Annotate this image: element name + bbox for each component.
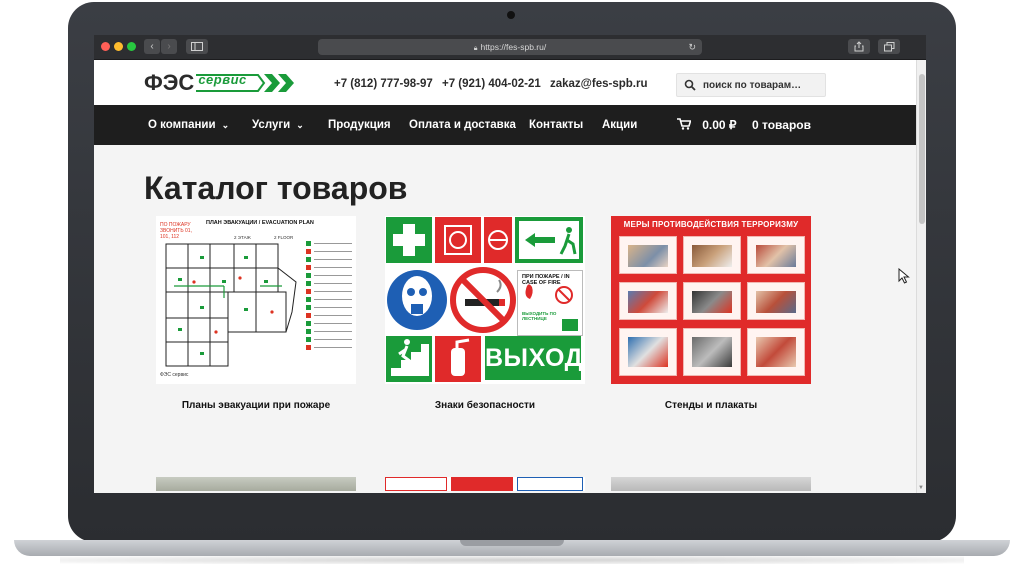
stand-panel xyxy=(747,236,805,274)
stand-panel xyxy=(683,282,741,320)
category-label[interactable]: Знаки безопасности xyxy=(385,400,585,411)
lock-icon: 🔒︎ xyxy=(473,45,478,52)
nav-item-promotions[interactable]: Акции xyxy=(602,105,637,145)
scrollbar-thumb[interactable] xyxy=(919,74,925,224)
logo-arrows: сервис xyxy=(196,71,296,95)
chevron-down-icon: ⌄ xyxy=(221,120,230,130)
category-label[interactable]: Стенды и плакаты xyxy=(611,400,811,411)
fire-sign-icons xyxy=(525,284,578,331)
stand-panel xyxy=(747,282,805,320)
evac-floor-ru: 2 ЭТАЖ xyxy=(234,235,251,240)
stand-panel xyxy=(683,328,741,376)
nav-item-label: Контакты xyxy=(529,119,584,131)
tab-overview-button[interactable] xyxy=(878,39,900,54)
nav-item-label: О компании xyxy=(148,119,216,131)
nav-item-payment-delivery[interactable]: Оплата и доставка xyxy=(409,105,516,145)
share-button[interactable] xyxy=(848,39,870,54)
stands-posters-image: МЕРЫ ПРОТИВОДЕЙСТВИЯ ТЕРРОРИЗМУ xyxy=(611,216,811,384)
phone-2-link[interactable]: +7 (921) 404-02-21 xyxy=(442,78,541,90)
camera xyxy=(507,11,515,19)
evac-floor-en: 2 FLOOR xyxy=(274,235,294,240)
search-icon xyxy=(684,79,696,91)
nav-item-about[interactable]: О компании ⌄ xyxy=(148,105,229,145)
stand-panel xyxy=(619,282,677,320)
browser-window: ‹ › 🔒︎ https://fes-spb.ru/ ↻ ФЭС сервис … xyxy=(94,35,926,493)
fire-exit-sign: ПРИ ПОЖАРЕ / IN CASE OF FIRE ВЫХОДИТЬ ПО… xyxy=(517,270,583,336)
page-scrollbar[interactable]: ▼ xyxy=(916,60,926,493)
share-icon xyxy=(854,41,864,52)
cart-total: 0.00 ₽ xyxy=(702,118,737,132)
stands-title: МЕРЫ ПРОТИВОДЕЙСТВИЯ ТЕРРОРИЗМУ xyxy=(623,220,799,229)
email-link[interactable]: zakaz@fes-spb.ru xyxy=(550,78,648,90)
browser-toolbar: ‹ › 🔒︎ https://fes-spb.ru/ ↻ xyxy=(94,35,926,60)
nav-item-label: Оплата и доставка xyxy=(409,119,516,131)
forward-button[interactable]: › xyxy=(161,39,177,54)
stand-panel xyxy=(683,236,741,274)
tabs-icon xyxy=(883,42,894,52)
exit-sign: ВЫХОД xyxy=(485,336,582,380)
category-card-partial[interactable] xyxy=(156,477,356,491)
floor-plan-drawing xyxy=(165,243,297,367)
search-input[interactable] xyxy=(701,78,823,92)
safety-signs-image: ПРИ ПОЖАРЕ / IN CASE OF FIRE ВЫХОДИТЬ ПО… xyxy=(385,216,585,384)
nav-item-label: Продукция xyxy=(328,119,391,131)
category-card-partial[interactable] xyxy=(611,477,811,491)
reload-icon[interactable]: ↻ xyxy=(688,39,696,55)
logo-sub-text: сервис xyxy=(198,72,247,87)
category-card-evacuation[interactable]: ПО ПОЖАРУ ЗВОНИТЬ 01, 101, 112 ПЛАН ЭВАК… xyxy=(156,216,356,411)
page-title: Каталог товаров xyxy=(144,170,408,206)
evac-footer: ФЭС сервис xyxy=(160,372,189,378)
chevron-right-icon: › xyxy=(167,41,171,52)
laptop-notch xyxy=(460,540,564,546)
nav-item-products[interactable]: Продукция xyxy=(328,105,391,145)
nav-item-services[interactable]: Услуги ⌄ xyxy=(252,105,304,145)
chevron-left-icon: ‹ xyxy=(150,41,154,52)
logo-main-text: ФЭС xyxy=(144,70,195,95)
cart-button[interactable]: 0.00 ₽ xyxy=(677,105,737,145)
scroll-down-arrow-icon[interactable]: ▼ xyxy=(918,485,924,491)
close-window-button[interactable] xyxy=(101,42,110,51)
phone-1-link[interactable]: +7 (812) 777-98-97 xyxy=(334,78,433,90)
site-header: ФЭС сервис +7 (812) 777-98-97 +7 (921) 4… xyxy=(94,60,916,105)
mouse-cursor-icon xyxy=(898,268,910,284)
stand-panel xyxy=(619,236,677,274)
category-card-stands[interactable]: МЕРЫ ПРОТИВОДЕЙСТВИЯ ТЕРРОРИЗМУ Стенды и… xyxy=(611,216,811,411)
evac-title: ПЛАН ЭВАКУАЦИИ / EVACUATION PLAN xyxy=(206,220,314,226)
category-card-signs[interactable]: ПРИ ПОЖАРЕ / IN CASE OF FIRE ВЫХОДИТЬ ПО… xyxy=(385,216,585,411)
evacuation-plan-image: ПО ПОЖАРУ ЗВОНИТЬ 01, 101, 112 ПЛАН ЭВАК… xyxy=(156,216,356,384)
cart-count[interactable]: 0 товаров xyxy=(752,105,811,145)
sidebar-toggle-button[interactable] xyxy=(186,39,208,54)
nav-item-label: Услуги xyxy=(252,119,291,131)
nav-item-label: Акции xyxy=(602,119,638,131)
laptop-shadow xyxy=(60,556,964,564)
category-label[interactable]: Планы эвакуации при пожаре xyxy=(156,400,356,411)
category-card-partial[interactable] xyxy=(385,477,585,491)
zoom-window-button[interactable] xyxy=(127,42,136,51)
sidebar-icon xyxy=(191,42,203,51)
stand-panel xyxy=(747,328,805,376)
nav-item-contacts[interactable]: Контакты xyxy=(529,105,583,145)
stand-panel xyxy=(619,328,677,376)
fire-sign-text2: ВЫХОДИТЬ ПО ЛЕСТНИЦЕ xyxy=(522,311,557,321)
minimize-window-button[interactable] xyxy=(114,42,123,51)
laptop-base xyxy=(14,540,1010,556)
back-button[interactable]: ‹ xyxy=(144,39,160,54)
evac-red-note: ПО ПОЖАРУ ЗВОНИТЬ 01, 101, 112 xyxy=(160,222,192,240)
address-bar[interactable]: 🔒︎ https://fes-spb.ru/ ↻ xyxy=(318,39,702,55)
search-box[interactable] xyxy=(676,73,826,97)
chevron-down-icon: ⌄ xyxy=(296,120,304,130)
cart-icon xyxy=(677,118,692,130)
web-page: ФЭС сервис +7 (812) 777-98-97 +7 (921) 4… xyxy=(94,60,916,493)
evac-legend xyxy=(306,238,352,353)
site-logo[interactable]: ФЭС сервис xyxy=(144,71,296,95)
url-text: https://fes-spb.ru/ xyxy=(480,42,547,52)
main-nav: О компании ⌄ Услуги ⌄ Продукция Оплата и д… xyxy=(94,105,916,145)
